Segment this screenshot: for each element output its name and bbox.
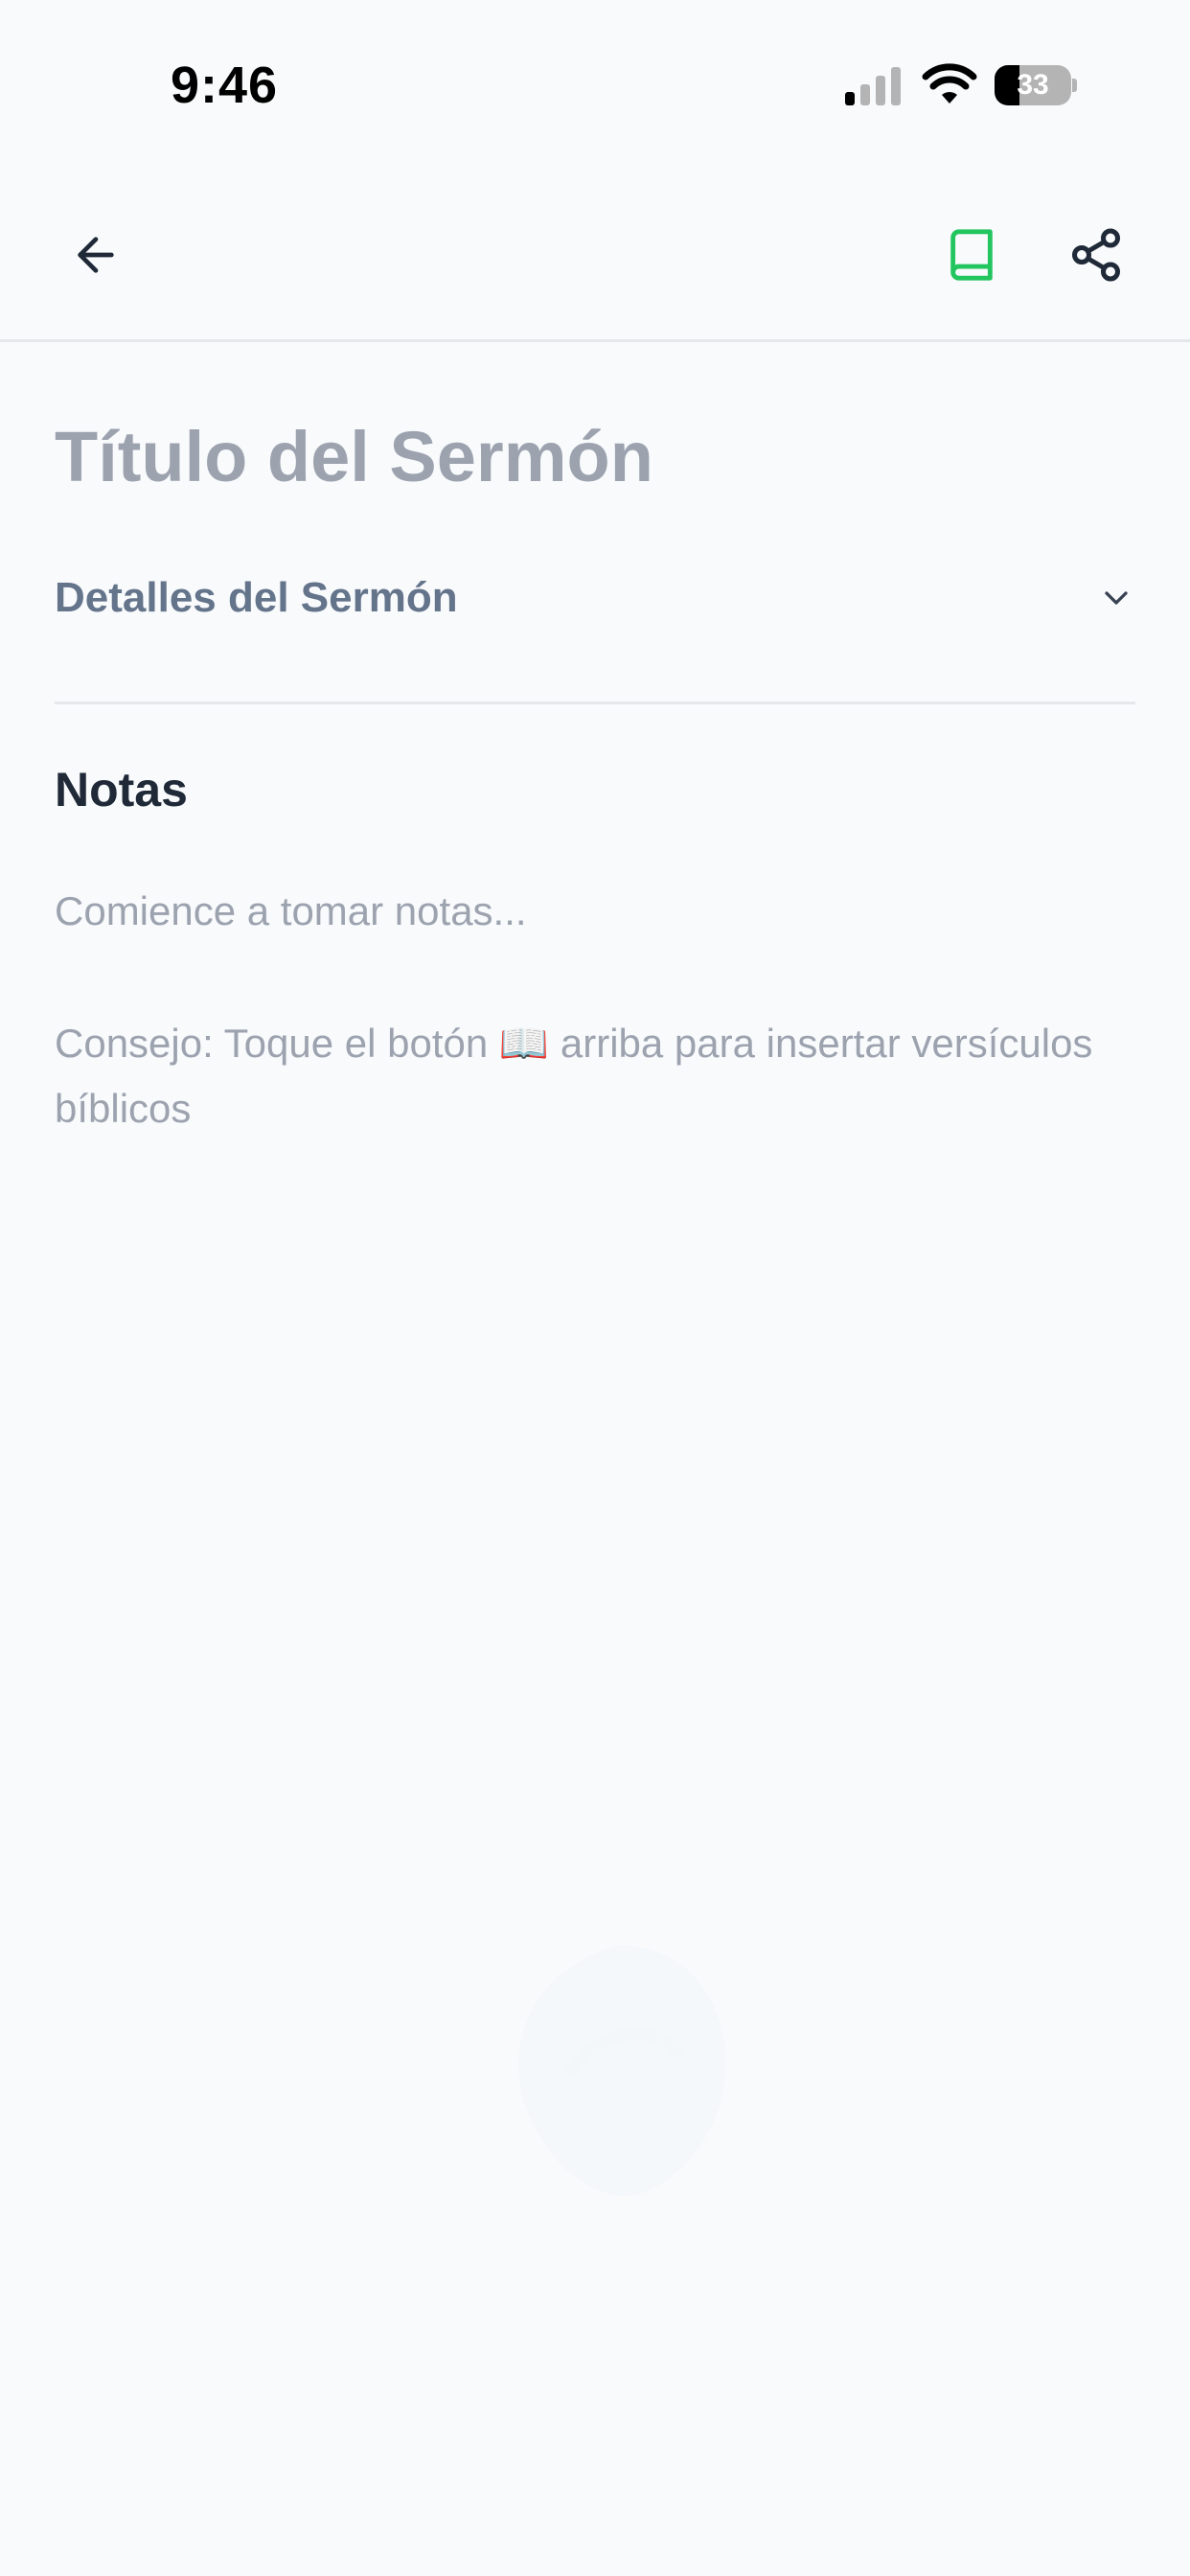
sermon-details-toggle[interactable]: Detalles del Sermón (55, 569, 1135, 627)
back-button[interactable] (56, 215, 136, 295)
status-time: 9:46 (171, 57, 279, 114)
book-icon (950, 229, 993, 281)
sermon-editor: Título del Sermón Detalles del Sermón No… (55, 339, 1135, 1141)
wifi-icon (922, 63, 977, 104)
share-button[interactable] (1056, 215, 1136, 295)
arrow-left-icon (78, 237, 114, 273)
insert-verse-button[interactable] (931, 215, 1012, 295)
divider (55, 702, 1135, 704)
share-icon (1072, 228, 1120, 282)
notes-input[interactable]: Comience a tomar notas... (55, 885, 1135, 938)
signal-icon (845, 67, 901, 105)
chevron-down-icon (1105, 591, 1128, 605)
status-bar: 9:46 33 (0, 0, 1190, 172)
sermon-details-label: Detalles del Sermón (55, 574, 458, 621)
tip-text: Consejo: Toque el botón 📖 arriba para in… (55, 1021, 1093, 1131)
notes-heading: Notas (55, 763, 188, 816)
battery-icon: 33 (995, 65, 1077, 105)
battery-level: 33 (1017, 69, 1049, 101)
sermon-title-input[interactable]: Título del Sermón (55, 414, 1135, 500)
top-nav-bar (0, 172, 1190, 342)
logo-watermark-icon (517, 1945, 726, 2196)
